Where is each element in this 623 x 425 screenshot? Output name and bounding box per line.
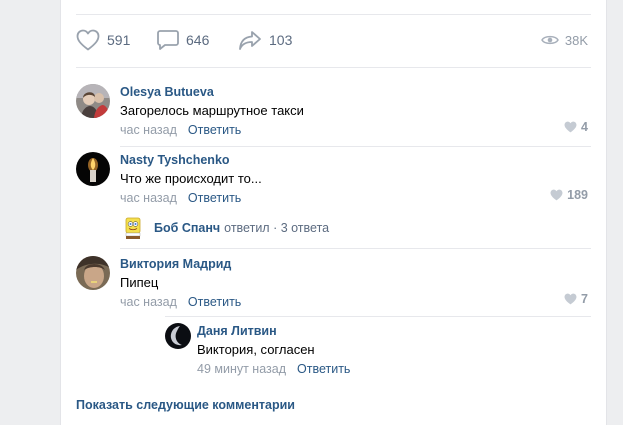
comment-count: 646: [186, 32, 210, 48]
like-button[interactable]: 591: [76, 27, 130, 53]
comment-author[interactable]: Виктория Мадрид: [120, 256, 588, 272]
avatar[interactable]: [76, 84, 110, 118]
replies-thread[interactable]: Боб Спанч ответил · 3 ответа: [120, 214, 329, 242]
reply-button[interactable]: Ответить: [188, 123, 241, 137]
avatar[interactable]: [120, 215, 146, 241]
like-count: 189: [567, 188, 588, 202]
comment-like-button[interactable]: 7: [564, 292, 588, 306]
like-count: 591: [107, 32, 131, 48]
divider: [76, 14, 591, 15]
show-more-comments-link[interactable]: Показать следующие комментарии: [76, 398, 295, 412]
comment-author[interactable]: Nasty Tyshchenko: [120, 152, 588, 168]
comment-text: Что же происходит то...: [120, 171, 262, 186]
reply-time[interactable]: 49 минут назад: [197, 362, 286, 376]
like-count: 4: [581, 120, 588, 134]
comment-meta: час назад Ответить: [120, 122, 588, 138]
divider: [76, 67, 591, 68]
heart-icon: [550, 189, 563, 201]
comment-author[interactable]: Olesya Butueva: [120, 84, 588, 100]
reply-button[interactable]: Ответить: [188, 191, 241, 205]
avatar[interactable]: [165, 323, 191, 349]
comment-time[interactable]: час назад: [120, 295, 177, 309]
post-card: 591 646 103 38K Olesya Butueva Загорелос…: [60, 0, 607, 425]
eye-icon: [541, 35, 559, 45]
comment-like-button[interactable]: 4: [564, 120, 588, 134]
reply-author[interactable]: Даня Литвин: [197, 323, 588, 339]
heart-icon: [564, 293, 577, 305]
like-count: 7: [581, 292, 588, 306]
heart-icon: [76, 29, 100, 51]
avatar[interactable]: [76, 256, 110, 290]
avatar[interactable]: [76, 152, 110, 186]
share-button[interactable]: 103: [238, 27, 292, 53]
comment-time[interactable]: час назад: [120, 123, 177, 137]
divider: [120, 248, 591, 249]
heart-icon: [564, 121, 577, 133]
comment-time[interactable]: час назад: [120, 191, 177, 205]
reply-text: Виктория, согласен: [197, 342, 315, 357]
replies-count[interactable]: ответил · 3 ответа: [224, 221, 329, 235]
divider: [120, 146, 591, 147]
divider: [165, 316, 591, 317]
share-icon: [239, 31, 261, 50]
reply-button[interactable]: Ответить: [297, 362, 350, 376]
reply-meta: 49 минут назад Ответить: [197, 361, 588, 377]
comment-button[interactable]: 646: [157, 27, 209, 53]
comment-meta: час назад Ответить: [120, 190, 588, 206]
post-actions-bar: 591 646 103 38K: [76, 27, 588, 53]
views-counter: 38K: [541, 27, 588, 53]
comment-meta: час назад Ответить: [120, 294, 588, 310]
comment-icon: [157, 30, 179, 50]
share-count: 103: [269, 32, 293, 48]
reply-button[interactable]: Ответить: [188, 295, 241, 309]
views-count: 38K: [564, 32, 588, 48]
comment-text: Пипец: [120, 275, 159, 290]
comment-like-button[interactable]: 189: [550, 188, 588, 202]
reply-author[interactable]: Боб Спанч: [154, 221, 220, 235]
comment-text: Загорелось маршрутное такси: [120, 103, 304, 118]
